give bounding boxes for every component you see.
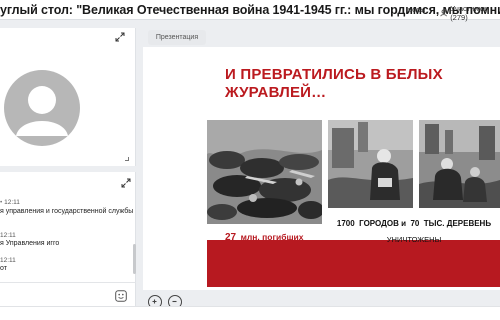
participants-label: Участники (279) [450,4,487,22]
chat-input[interactable] [0,282,136,306]
smiley-icon[interactable] [115,289,127,302]
expand-icon[interactable] [114,32,126,44]
chat-scrollbar[interactable] [133,244,136,274]
message-time: 12:11 [0,257,16,264]
questions-tab[interactable]: росы [408,5,425,14]
user-icon [440,9,447,17]
tab-presentation[interactable]: Презентация [148,30,206,45]
slide-red-band [207,240,500,287]
participants-button[interactable]: Участники (279) [440,4,500,22]
message-text: от [0,265,7,272]
message-text: я управления и государственной службы [0,208,134,215]
caption-losses: 27 млн. погибших [207,224,322,243]
expand-icon[interactable] [120,178,132,190]
chat-panel: • 12:11 я управления и государственной с… [0,172,136,282]
war-photo-left [207,120,322,224]
message-time: • 12:11 [0,199,20,206]
war-photo-right [419,120,500,208]
slide-title: И ПРЕВРАТИЛИСЬ В БЕЛЫХ ЖУРАВЛЕЙ… [225,66,443,101]
resize-handle[interactable] [125,157,129,161]
avatar [4,70,80,146]
message-text: я Управления игго [0,240,60,247]
top-bar: углый стол: "Великая Отечественная война… [0,0,500,22]
caption-destroyed: 1700 ГОРОДОВ и 70 ТЫС. ДЕРЕВЕНЬ УНИЧТОЖЕ… [328,208,500,244]
bottom-bar [0,306,500,320]
video-panel [0,28,136,166]
war-photo-middle [328,120,413,208]
slide-header: И ПРЕВРАТИЛИСЬ В БЕЛЫХ ЖУРАВЛЕЙ… [207,54,500,104]
presentation-slide: И ПРЕВРАТИЛИСЬ В БЕЛЫХ ЖУРАВЛЕЙ… 27 млн.… [207,50,500,287]
message-time: 12:11 [0,232,16,239]
